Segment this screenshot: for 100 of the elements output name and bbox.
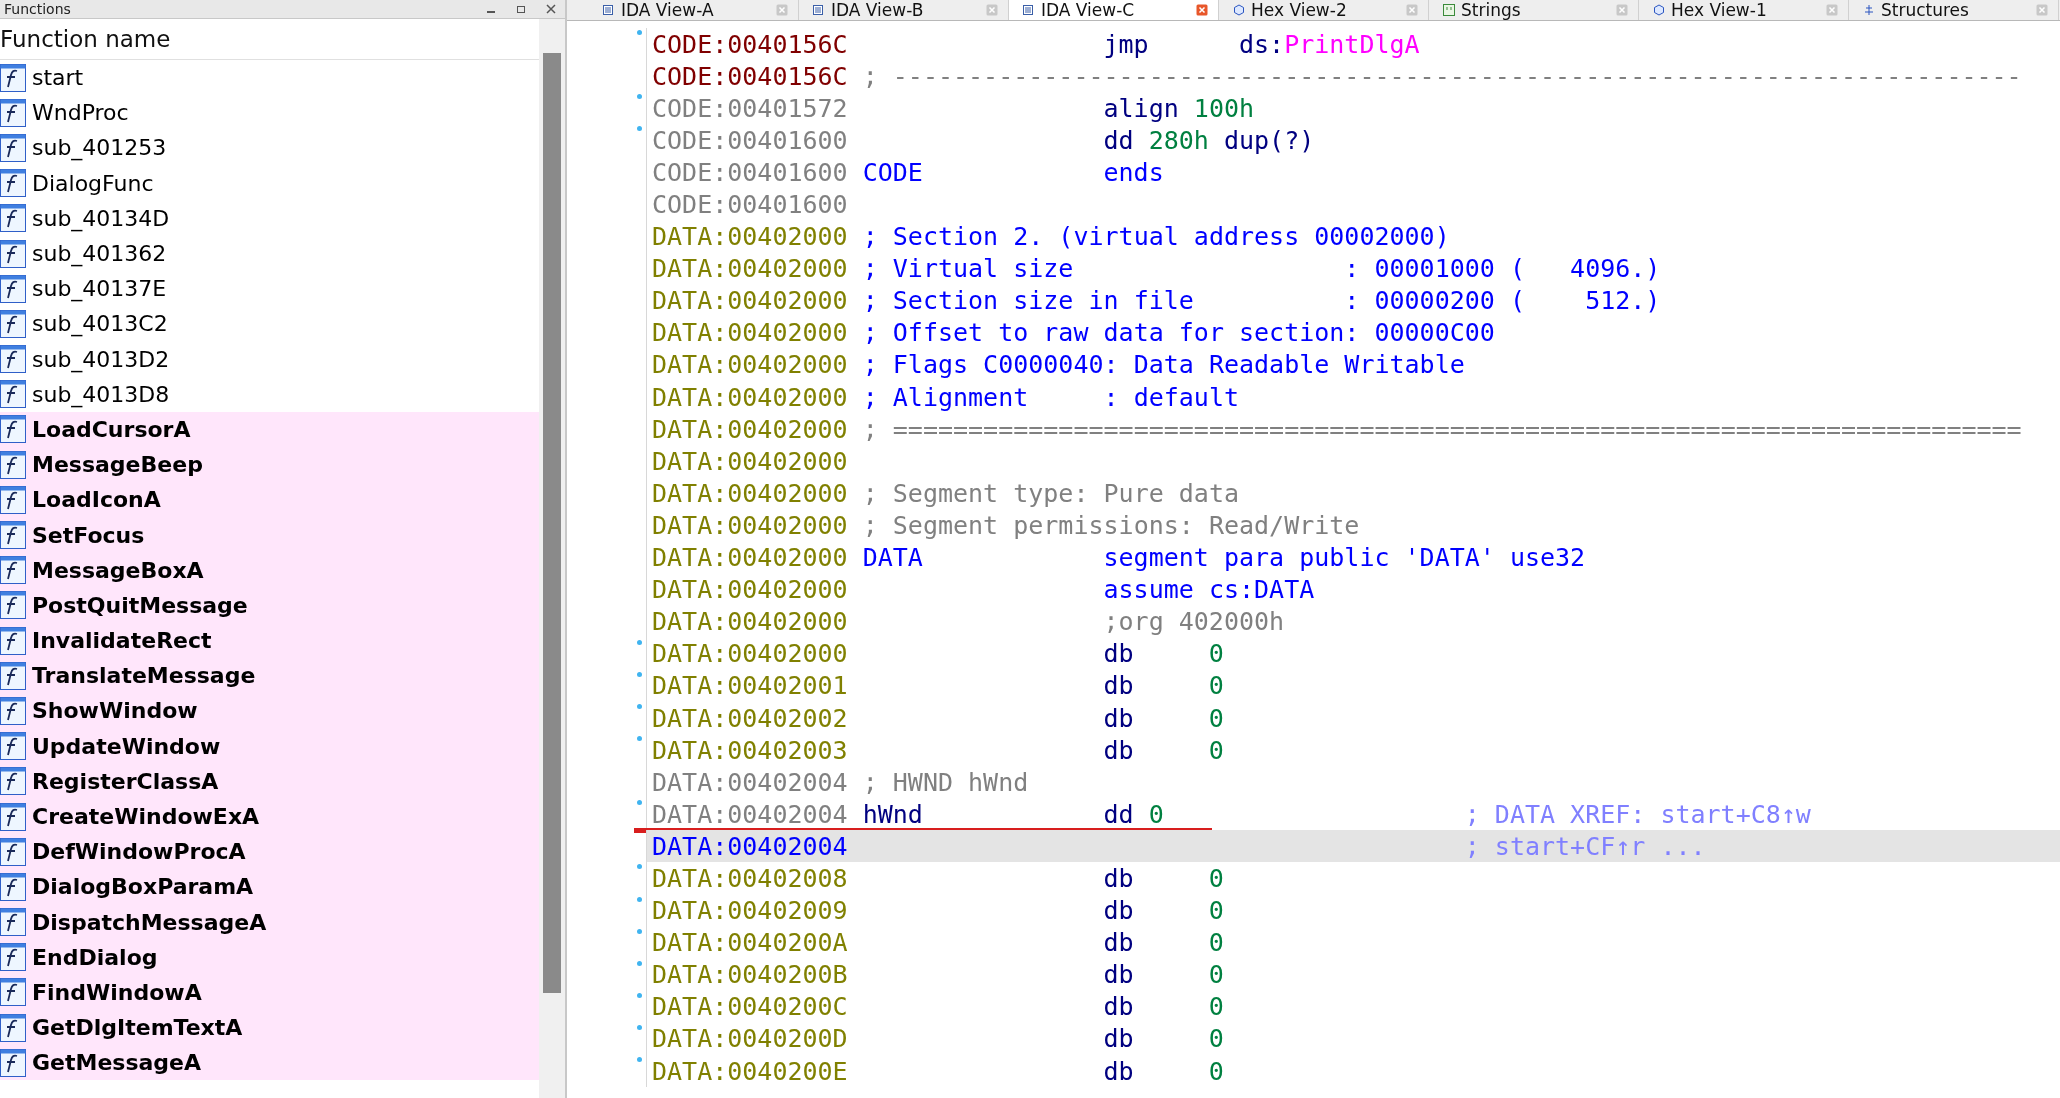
function-icon [0,309,26,338]
mnemonic: segment [1103,543,1209,573]
mnemonic: db [1103,703,1135,733]
close-icon[interactable] [1196,4,1208,16]
function-row[interactable]: TranslateMessage [0,658,539,694]
address: CODE:0040156C [652,29,849,59]
restore-icon[interactable] [515,3,527,15]
address: DATA:00402000 [652,318,849,348]
operand: 0 [1208,992,1224,1022]
function-row[interactable]: ShowWindow [0,693,539,729]
comment: ; Section size in file : 00000200 ( 512.) [862,286,1661,316]
comment: ; Offset to raw data for section: 00000C00 [862,318,1495,348]
function-row[interactable]: DispatchMessageA [0,904,539,940]
address: DATA:00402000 [652,222,849,252]
function-row[interactable]: GetDlgItemTextA [0,1010,539,1046]
mnemonic: db [1103,639,1135,669]
function-icon [0,1048,26,1077]
mnemonic: ends [1103,157,1164,187]
label: CODE [862,157,924,187]
operand: 100h [1193,93,1255,123]
function-row[interactable]: EndDialog [0,939,539,975]
mnemonic: assume [1103,575,1194,605]
address: DATA:00402000 [652,543,849,573]
function-icon [0,204,26,233]
listing-icon [603,4,615,16]
address: DATA:00402000 [652,414,849,444]
function-row[interactable]: RegisterClassA [0,763,539,799]
mnemonic: dd [1103,125,1134,155]
label: DATA [862,543,924,573]
quote-icon [1443,4,1455,16]
function-row[interactable]: UpdateWindow [0,728,539,764]
function-icon [0,556,26,585]
mnemonic: jmp [1103,29,1150,59]
function-row[interactable]: FindWindowA [0,974,539,1011]
operand: 0 [1208,639,1224,669]
comment: ; =========================================================================== [862,414,2022,444]
function-row[interactable]: GetMessageA [0,1045,539,1081]
operand: ds: [1238,29,1285,59]
hexagon-icon [1653,4,1665,16]
xref-comment: ; DATA XREF: start+C8↑w [1464,799,1811,829]
function-icon [0,908,26,937]
comment: ; Section 2. (virtual address 00002000) [862,222,1450,252]
address: DATA:00402000 [652,350,849,380]
address: DATA:00402008 [652,864,849,893]
address: CODE:00401572 [652,93,849,123]
function-icon [0,274,26,303]
address: DATA:0040200B [652,960,849,990]
function-icon [0,63,26,92]
function-icon [0,345,26,374]
function-icon [0,133,26,162]
comment: ; Alignment : default [862,382,1239,412]
comment: ; HWND hWnd [862,767,1029,797]
function-icon [0,591,26,620]
address: DATA:00402000 [652,446,849,476]
operand: 0 [1208,1056,1224,1086]
operand: 0 [1208,928,1224,958]
mnemonic: db [1103,864,1135,893]
function-row[interactable]: InvalidateRect [0,623,539,659]
address: DATA:00402000 [652,575,849,605]
address: DATA:00402002 [652,703,849,733]
operand: para public 'DATA' use32 [1223,543,1586,573]
mnemonic: db [1103,671,1135,701]
function-icon [0,415,26,444]
address: DATA:00402004 [652,767,849,797]
address: DATA:00402000 [652,607,849,637]
function-row[interactable]: LoadCursorA [0,411,539,448]
tab[interactable]: IDA View-C [1009,0,1219,20]
listing-icon [1023,4,1035,16]
function-row[interactable]: CreateWindowExA [0,798,539,835]
comment: ; Segment permissions: Read/Write [862,510,1360,540]
function-row[interactable]: MessageBoxA [0,552,539,588]
xref-comment: ; start+CF↑r ... [1464,831,1706,861]
mnemonic: db [1103,1056,1135,1086]
comment: ; --------------------------------------------------------------------------- [862,61,2022,91]
scrollbar-thumb[interactable] [543,53,561,993]
function-icon [0,485,26,514]
operand: 0 [1208,864,1224,893]
address: DATA:00402000 [652,382,849,412]
comment: ; Virtual size : 00001000 ( 4096.) [862,254,1661,284]
function-row[interactable]: LoadIconA [0,482,539,518]
address: DATA:0040200C [652,992,849,1022]
function-icon [0,872,26,901]
function-row[interactable]: MessageBeep [0,447,539,483]
function-row[interactable]: SetFocus [0,517,539,553]
function-icon [0,521,26,550]
comment: ; Segment type: Pure data [862,478,1239,508]
function-icon [0,239,26,268]
close-icon[interactable] [545,3,557,15]
function-icon [0,696,26,725]
address: CODE:00401600 [652,157,849,187]
operand: 0 [1148,799,1164,829]
function-row[interactable]: DialogBoxParamA [0,869,539,905]
operand: 0 [1208,671,1224,701]
tree-icon [1863,4,1875,16]
function-icon [0,1013,26,1042]
mnemonic: align [1103,93,1179,123]
function-icon [0,169,26,198]
function-row[interactable]: DefWindowProcA [0,834,539,870]
function-row[interactable]: PostQuitMessage [0,587,539,623]
operand: 0 [1208,896,1224,926]
